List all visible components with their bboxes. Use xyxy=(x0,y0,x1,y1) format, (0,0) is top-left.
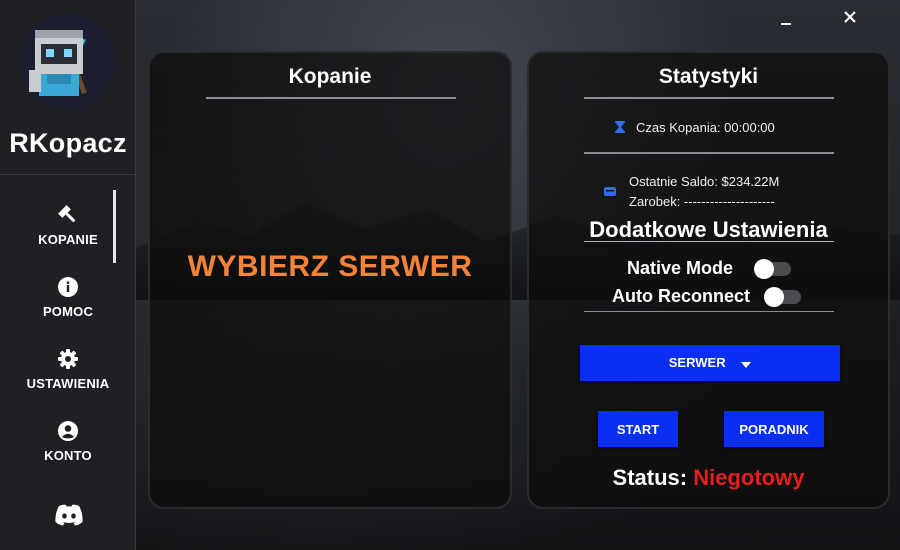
last-balance: Ostatnie Saldo: $234.22M xyxy=(629,174,780,189)
account-icon xyxy=(57,420,79,442)
stats-panel: Statystyki Czas Kopania: 00:00:00 Ostatn… xyxy=(527,51,890,509)
status-label: Status: xyxy=(612,465,688,490)
caret-down-icon xyxy=(741,356,752,371)
sidebar-item-ustawienia[interactable]: USTAWIENIA xyxy=(0,348,136,408)
status-line: Status: Niegotowy xyxy=(529,465,888,491)
sidebar-divider xyxy=(0,174,136,175)
divider xyxy=(206,97,456,99)
start-button[interactable]: START xyxy=(598,411,678,447)
discord-icon[interactable] xyxy=(53,503,85,527)
sidebar: RKopacz KOPANIE POMOC USTAWIENIA KONTO xyxy=(0,0,136,550)
sidebar-item-label: USTAWIENIA xyxy=(26,376,110,391)
divider xyxy=(584,311,834,312)
gear-icon xyxy=(57,348,79,370)
server-dropdown-label: SERWER xyxy=(668,354,726,370)
active-indicator xyxy=(113,190,116,263)
panel-title: Kopanie xyxy=(288,65,372,88)
divider xyxy=(584,152,834,154)
sidebar-item-label: KONTO xyxy=(44,448,92,463)
close-button[interactable] xyxy=(839,6,861,28)
sidebar-item-konto[interactable]: KONTO xyxy=(0,420,136,480)
minimize-button[interactable] xyxy=(775,6,797,28)
info-icon xyxy=(57,276,79,298)
server-dropdown[interactable]: SERWER xyxy=(580,345,840,381)
toggle-knob xyxy=(754,259,774,279)
status-value: Niegotowy xyxy=(693,465,805,490)
auto-reconnect-toggle[interactable] xyxy=(764,287,801,307)
mining-time: Czas Kopania: 00:00:00 xyxy=(636,120,775,135)
auto-reconnect-label: Auto Reconnect xyxy=(612,286,751,306)
settings-title: Dodatkowe Ustawienia xyxy=(589,217,828,242)
native-mode-label: Native Mode xyxy=(627,258,734,278)
app-logo xyxy=(19,14,115,110)
native-mode-toggle[interactable] xyxy=(754,259,791,279)
select-server-message: WYBIERZ SERWER xyxy=(187,250,473,283)
wallet-icon xyxy=(603,184,617,198)
divider xyxy=(584,241,834,242)
toggle-knob xyxy=(764,287,784,307)
guide-button[interactable]: PORADNIK xyxy=(724,411,824,447)
sidebar-item-pomoc[interactable]: POMOC xyxy=(0,276,136,336)
earnings: Zarobek: --------------------- xyxy=(629,194,775,209)
panel-title: Statystyki xyxy=(658,65,759,88)
app-name: RKopacz xyxy=(9,128,127,158)
hourglass-icon xyxy=(613,120,627,134)
mining-panel: Kopanie WYBIERZ SERWER xyxy=(148,51,512,509)
divider xyxy=(584,97,834,99)
hammer-icon xyxy=(57,204,79,226)
sidebar-item-label: POMOC xyxy=(42,304,94,319)
